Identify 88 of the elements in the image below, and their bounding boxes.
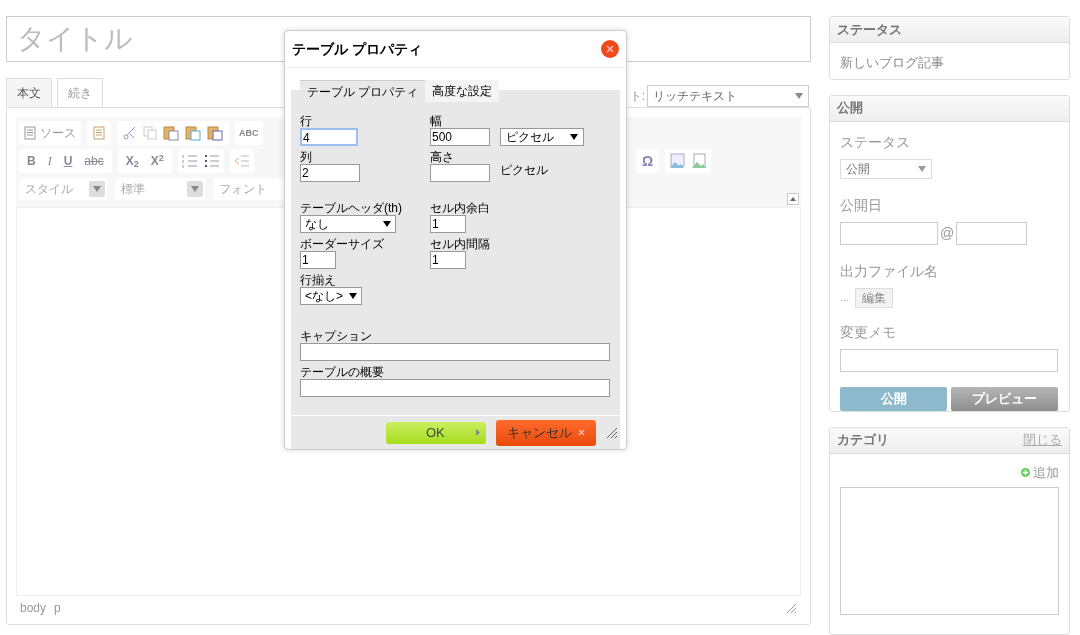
dialog-title: テーブル プロパティ (292, 39, 422, 59)
text-input[interactable] (430, 164, 490, 182)
text-input[interactable]: 500 (430, 128, 490, 146)
dropdown-arrow-icon (349, 293, 357, 299)
format-label: ト: (629, 88, 645, 105)
copy-icon[interactable] (143, 126, 157, 140)
status-text: 新しいブログ記事 (839, 54, 945, 72)
panel-title: カテゴリ (837, 431, 889, 450)
close-icon[interactable] (601, 40, 619, 58)
unit-dropdown[interactable]: ピクセル (500, 128, 584, 146)
filename-text: ... (840, 290, 850, 306)
text-input[interactable]: 1 (300, 251, 336, 269)
edit-button[interactable]: 編集 (855, 287, 894, 308)
close-link[interactable]: 閉じる (1023, 430, 1062, 450)
format-button[interactable]: B (23, 152, 40, 170)
field-label: キャプション (300, 329, 373, 343)
dropdown-arrow-icon (191, 186, 199, 192)
dropdown-arrow-icon (93, 186, 101, 192)
format-button[interactable]: abc (80, 152, 108, 170)
dropdown[interactable]: なし (300, 215, 396, 233)
format-button[interactable]: I (43, 152, 56, 170)
preview-button[interactable]: プレビュー (951, 386, 1058, 411)
publish-button[interactable]: 公開 (840, 386, 947, 411)
date-field[interactable] (840, 221, 938, 245)
time-field[interactable] (956, 221, 1028, 245)
editor-tab[interactable]: 本文 (6, 78, 52, 107)
status-select[interactable]: 公開 (840, 158, 932, 179)
dropdown-arrow-icon (918, 165, 926, 172)
field-label: 行揃え (300, 273, 337, 287)
image-icon[interactable] (669, 153, 686, 169)
caret-icon (476, 429, 480, 436)
text-input[interactable]: 1 (430, 215, 466, 233)
field-label: ボーダーサイズ (300, 237, 385, 251)
dropdown-arrow-icon (795, 93, 803, 99)
field-label: 高さ (430, 150, 455, 164)
format-button[interactable]: U (59, 152, 77, 170)
at-sign: @ (940, 223, 955, 243)
document-icon[interactable] (93, 126, 105, 140)
paste-icon[interactable] (207, 125, 223, 141)
plus-circle-icon[interactable] (1021, 467, 1030, 477)
scissors-icon[interactable] (123, 126, 137, 140)
resize-grip-icon[interactable] (606, 426, 618, 439)
text-input[interactable] (300, 343, 610, 361)
field-label: セル内余白 (430, 201, 491, 215)
numbered-list-icon[interactable] (181, 154, 198, 168)
text-input[interactable] (300, 379, 610, 397)
dropdown-arrow-icon (570, 134, 578, 140)
field-label: 幅 (430, 114, 443, 128)
cancel-button[interactable]: キャンセル (496, 419, 596, 446)
field-label: 変更メモ (840, 322, 897, 342)
field-label: 公開日 (840, 195, 883, 215)
outdent-icon[interactable] (233, 154, 250, 168)
field-label: 行 (300, 114, 313, 128)
field-label: テーブルの概要 (300, 365, 385, 379)
format-button[interactable]: X$^{2}$ (146, 152, 168, 170)
panel-title: ステータス (837, 20, 902, 39)
source-button[interactable]: ソース (19, 121, 81, 145)
dropdown-arrow-icon (383, 221, 391, 227)
field-label: ステータス (840, 132, 911, 152)
paste-icon[interactable] (185, 125, 201, 141)
add-link[interactable]: 追加 (1033, 462, 1059, 483)
dropdown[interactable]: <なし> (300, 287, 362, 305)
field-label: テーブルヘッダ(th) (300, 201, 403, 215)
toolbar-combo[interactable]: 標準 (115, 178, 205, 200)
text-input[interactable]: 1 (430, 251, 466, 269)
bulleted-list-icon[interactable] (203, 154, 220, 168)
format-button[interactable]: X$_{2}$ (121, 152, 143, 170)
memo-field[interactable] (840, 348, 1058, 372)
collapse-toolbar-icon[interactable] (787, 193, 799, 205)
dialog-tab[interactable]: 高度な設定 (425, 80, 500, 102)
text-input[interactable]: 2 (300, 164, 360, 182)
ok-button[interactable]: OK (386, 421, 486, 444)
element-path-item[interactable]: body (20, 599, 47, 617)
toolbar-combo[interactable]: スタイル (19, 178, 107, 200)
text-input[interactable]: 4 (300, 128, 358, 146)
format-select[interactable]: リッチテキスト (647, 85, 809, 107)
element-path-item[interactable]: p (54, 599, 61, 617)
field-label: 列 (300, 150, 313, 164)
editor-tab[interactable]: 続き (57, 78, 103, 107)
paste-icon[interactable] (163, 125, 179, 141)
field-label: セル内間隔 (430, 237, 491, 251)
x-icon (578, 429, 585, 436)
field-label: 出力ファイル名 (840, 261, 939, 281)
unit-text: ピクセル (500, 162, 548, 179)
image-icon[interactable] (691, 153, 708, 169)
panel-title: 公開 (837, 99, 863, 118)
document-icon[interactable] (24, 126, 36, 140)
resize-grip-icon[interactable] (786, 602, 797, 614)
